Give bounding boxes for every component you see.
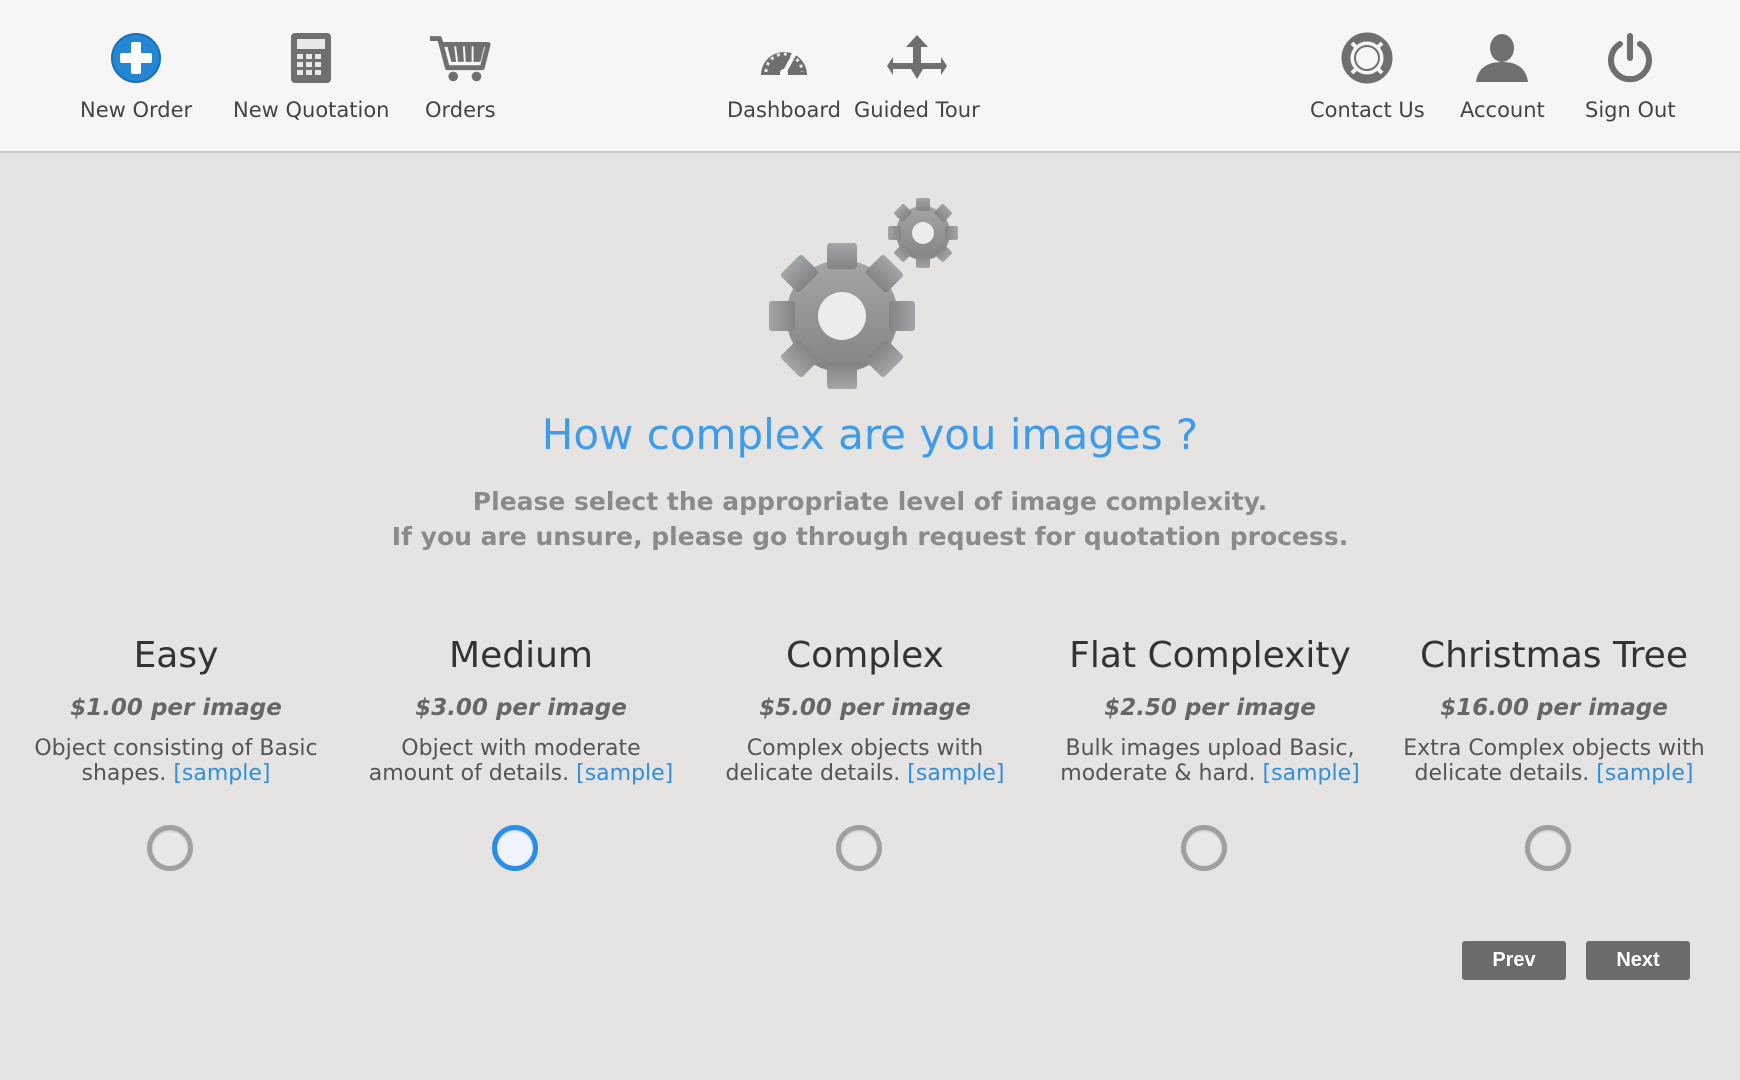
option-description-line-2: delicate details. [725,761,901,786]
nav-new-order-label: New Order [80,98,193,122]
option-name: Christmas Tree [1420,635,1688,676]
top-navigation: New Order New Quotation Orders Dashboard… [0,0,1740,153]
option-description-line-2: delicate details. [1414,761,1590,786]
radio-complex[interactable] [836,825,882,871]
sample-link[interactable]: [sample] [1263,761,1360,786]
option-name: Medium [449,635,593,676]
option-description: Extra Complex objects with delicate deta… [1394,736,1714,786]
option-name: Flat Complexity [1069,635,1351,676]
option-price: $1.00 per image [70,695,282,721]
calculator-icon [279,26,343,90]
option-name: Easy [133,635,219,676]
lifebuoy-icon [1335,26,1399,90]
nav-sign-out-label: Sign Out [1585,98,1676,122]
option-description: Bulk images upload Basic, moderate & har… [1050,736,1370,786]
page-subtitle: Please select the appropriate level of i… [0,484,1740,554]
option-price: $2.50 per image [1104,695,1316,721]
sample-link[interactable]: [sample] [576,761,673,786]
sample-link[interactable]: [sample] [907,761,1004,786]
option-easy: Easy $1.00 per image Object consisting o… [16,632,336,786]
shopping-cart-icon [428,26,492,90]
subtitle-line-1: Please select the appropriate level of i… [472,487,1268,516]
option-description-line-2: amount of details. [368,761,570,786]
option-description-line-1: Complex objects with [746,736,984,761]
option-medium: Medium $3.00 per image Object with moder… [361,632,681,786]
page-title: How complex are you images ? [541,410,1199,459]
nav-dashboard[interactable]: Dashboard [727,26,841,122]
prev-button[interactable]: Prev [1462,941,1566,980]
option-price: $5.00 per image [759,695,971,721]
option-name: Complex [786,635,944,676]
nav-orders[interactable]: Orders [425,26,496,122]
plus-circle-icon [104,26,168,90]
option-description-line-1: Object consisting of Basic [34,736,318,761]
option-price: $3.00 per image [415,695,627,721]
nav-new-quotation[interactable]: New Quotation [233,26,390,122]
subtitle-line-2: If you are unsure, please go through req… [391,522,1349,551]
nav-orders-label: Orders [425,98,496,122]
nav-guided-tour-label: Guided Tour [854,98,980,122]
option-description: Complex objects with delicate details. [… [705,736,1025,786]
gears-icon [762,196,972,390]
option-description-line-1: Object with moderate [401,736,641,761]
next-button[interactable]: Next [1586,941,1690,980]
radio-christmas-tree[interactable] [1525,825,1571,871]
sample-link[interactable]: [sample] [1596,761,1693,786]
power-icon [1598,26,1662,90]
nav-account[interactable]: Account [1460,26,1545,122]
nav-dashboard-label: Dashboard [727,98,841,122]
option-description-line-2: shapes. [81,761,167,786]
radio-flat-complexity[interactable] [1181,825,1227,871]
nav-account-label: Account [1460,98,1545,122]
speedometer-icon [752,26,816,90]
option-description-line-2: moderate & hard. [1060,761,1256,786]
option-complex: Complex $5.00 per image Complex objects … [705,632,1025,786]
option-description-line-1: Extra Complex objects with [1403,736,1705,761]
nav-guided-tour[interactable]: Guided Tour [854,26,980,122]
option-description: Object consisting of Basic shapes. [samp… [16,736,336,786]
nav-sign-out[interactable]: Sign Out [1585,26,1676,122]
option-price: $16.00 per image [1440,695,1668,721]
radio-easy[interactable] [147,825,193,871]
nav-new-quotation-label: New Quotation [233,98,390,122]
option-flat-complexity: Flat Complexity $2.50 per image Bulk ima… [1050,632,1370,786]
option-christmas-tree: Christmas Tree $16.00 per image Extra Co… [1394,632,1714,786]
option-description: Object with moderate amount of details. … [361,736,681,786]
option-description-line-1: Bulk images upload Basic, [1065,736,1355,761]
radio-medium[interactable] [492,825,538,871]
move-arrows-icon [885,26,949,90]
nav-contact-us-label: Contact Us [1310,98,1425,122]
nav-contact-us[interactable]: Contact Us [1310,26,1425,122]
nav-new-order[interactable]: New Order [80,26,192,122]
user-icon [1470,26,1534,90]
sample-link[interactable]: [sample] [173,761,270,786]
